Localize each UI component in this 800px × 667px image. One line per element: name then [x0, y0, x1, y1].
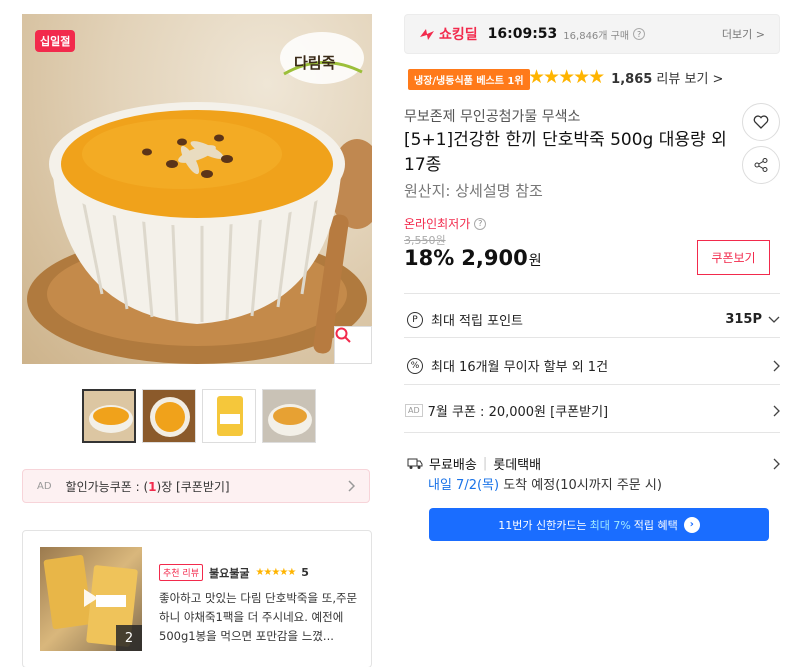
thumbnail-image: [263, 390, 315, 442]
divider: [404, 337, 780, 338]
chevron-right-icon: [773, 360, 780, 371]
thumbnail-image: [203, 390, 255, 442]
delivery-note: (10시까지 주문 시): [555, 478, 662, 493]
row-chevron: [772, 360, 780, 372]
brand-logo-mark: 다림죽: [280, 32, 364, 84]
arrow-right-icon: ›: [683, 516, 700, 533]
deal-countdown: 16:09:53: [487, 26, 558, 42]
points-label: 최대 적립 포인트: [431, 314, 523, 329]
review-link[interactable]: 1,865 리뷰 보기 >: [611, 68, 723, 87]
installment-label: 최대 16개월 무이자 할부 외 1건: [431, 360, 609, 375]
product-subtitle: 무보존제 무인공첨가물 무색소: [404, 109, 581, 125]
deal-badge: 십일절: [35, 30, 76, 52]
monthly-coupon-label: 7월 쿠폰 : 20,000원 [쿠폰받기]: [427, 405, 609, 420]
separator: |: [482, 456, 488, 471]
review-stars: ★★★★★: [255, 567, 296, 578]
product-main-image[interactable]: 십일절 다림죽: [22, 14, 372, 364]
recommended-badge: 추천 리뷰: [159, 564, 203, 581]
shocking-deal-logo: 쇼킹딜: [419, 24, 478, 44]
chevron-right-icon: [773, 405, 780, 416]
review-total-count: 1,865: [611, 71, 653, 87]
lowest-price-text: 온라인최저가: [404, 217, 471, 231]
monthly-coupon-row[interactable]: AD 7월 쿠폰 : 20,000원 [쿠폰받기]: [404, 401, 780, 420]
thumbnail-3[interactable]: [202, 389, 256, 443]
share-button[interactable]: [742, 146, 780, 184]
lowest-price-label: 온라인최저가 ?: [404, 215, 487, 232]
rating-stars: ★★★★★: [528, 66, 605, 88]
points-row[interactable]: P 최대 적립 포인트 315P: [404, 310, 780, 329]
question-icon[interactable]: ?: [633, 28, 646, 40]
thumbnail-1[interactable]: [82, 389, 136, 443]
chevron-down-icon: [768, 316, 780, 323]
shocking-deal-label: 쇼킹딜: [439, 27, 478, 43]
divider: [404, 432, 780, 433]
best-seller-badge: 냉장/냉동식품 베스트 1위: [408, 69, 530, 90]
share-icon: [754, 158, 768, 172]
more-link[interactable]: 더보기 >: [722, 26, 765, 42]
point-icon: P: [407, 311, 423, 328]
thumbnail-image: [84, 391, 134, 441]
shocking-deal-bar: 쇼킹딜 16:09:53 16,846개 구매 ? 더보기 >: [404, 14, 780, 54]
recommended-review-card[interactable]: 2 추천 리뷰 불요불굴 ★★★★★ 5 좋아하고 맛있는 다림 단호박죽을 또…: [22, 530, 372, 667]
brand-logo: 다림죽: [272, 22, 368, 86]
review-text: 좋아하고 맛있는 다림 단호박죽을 또,주문하니 야채죽1팩을 더 주시네요. …: [159, 591, 358, 643]
chevron-right-icon: [347, 477, 356, 496]
discount-rate: 18%: [404, 246, 455, 270]
delivery-estimate: 내일 7/2(목) 도착 예정(10시까지 주문 시): [428, 474, 662, 493]
delivery-arrive: 도착 예정: [499, 478, 556, 493]
thumbnail-image: [143, 390, 195, 442]
card-banner-highlight: 최대 7%: [589, 518, 631, 532]
zoom-button[interactable]: [334, 326, 372, 364]
delivery-row[interactable]: 무료배송 | 롯데택배: [404, 454, 780, 473]
review-link-label: 리뷰 보기 >: [652, 71, 724, 87]
card-banner-suffix: 적립 혜택: [633, 518, 678, 532]
thumbnail-strip: [82, 389, 316, 443]
divider: [404, 384, 780, 385]
divider: [404, 293, 780, 294]
available-coupon-bar[interactable]: AD 할인가능쿠폰 : (1)장 [쿠폰받기]: [22, 469, 370, 503]
coupon-view-button[interactable]: 쿠폰보기: [697, 240, 770, 275]
wishlist-button[interactable]: [742, 103, 780, 141]
ad-label: AD: [405, 404, 423, 417]
sale-price: 2,900: [461, 246, 528, 270]
points-value-group: 315P: [725, 312, 780, 327]
percent-icon: %: [407, 357, 423, 374]
purchase-count: 16,846개 구매: [563, 30, 630, 42]
review-header: 추천 리뷰 불요불굴 ★★★★★ 5: [159, 564, 309, 581]
thumbnail-2[interactable]: [142, 389, 196, 443]
heart-icon: [753, 115, 769, 129]
installment-row[interactable]: % 최대 16개월 무이자 할부 외 1건: [404, 356, 780, 375]
points-value: 315P: [725, 312, 762, 327]
carrier-label: 롯데택배: [493, 458, 542, 473]
card-banner-prefix: 11번가 신한카드는: [498, 518, 587, 532]
price-unit: 원: [528, 253, 542, 269]
delivery-date: 내일 7/2(목): [428, 478, 500, 493]
shocking-deal-icon: [420, 29, 434, 40]
play-icon: [84, 589, 98, 607]
product-page: 십일절 다림죽 AD 할인가능쿠폰: (1)장 [쿠폰받기] 2 추천 리뷰 …: [0, 0, 800, 667]
origin-info: 원산지: 상세설명 참조: [404, 182, 543, 200]
truck-icon: [407, 458, 423, 469]
search-icon: [335, 327, 351, 343]
question-icon[interactable]: ?: [474, 217, 487, 230]
row-chevron: [772, 458, 780, 470]
product-title: [5+1]건강한 한끼 단호박죽 500g 대용량 외 17종: [404, 130, 727, 175]
coupon-bar-prefix: 할인가능쿠폰 : (: [65, 479, 149, 494]
ad-label: AD: [37, 480, 52, 492]
coupon-bar-suffix: )장 [쿠폰받기]: [156, 479, 230, 494]
price-row: 18% 2,900 원: [404, 246, 542, 270]
coupon-count: 1: [148, 479, 157, 494]
brand-logo-text: 다림죽: [294, 54, 336, 72]
review-video-thumbnail[interactable]: 2: [40, 547, 142, 651]
thumbnail-4[interactable]: [262, 389, 316, 443]
card-benefit-banner[interactable]: 11번가 신한카드는 최대 7% 적립 혜택 ›: [429, 508, 769, 541]
review-media-count: 2: [116, 625, 142, 651]
free-shipping-label: 무료배송: [429, 458, 477, 473]
coupon-bar-text: 할인가능쿠폰 : (1)장 [쿠폰받기]: [66, 478, 230, 495]
chevron-right-icon: [773, 458, 780, 469]
rating-summary[interactable]: ★★★★★ 1,865 리뷰 보기 >: [528, 66, 723, 88]
row-chevron: [772, 405, 780, 417]
review-score: 5: [301, 566, 309, 579]
reviewer-name: 불요불굴: [208, 566, 250, 580]
